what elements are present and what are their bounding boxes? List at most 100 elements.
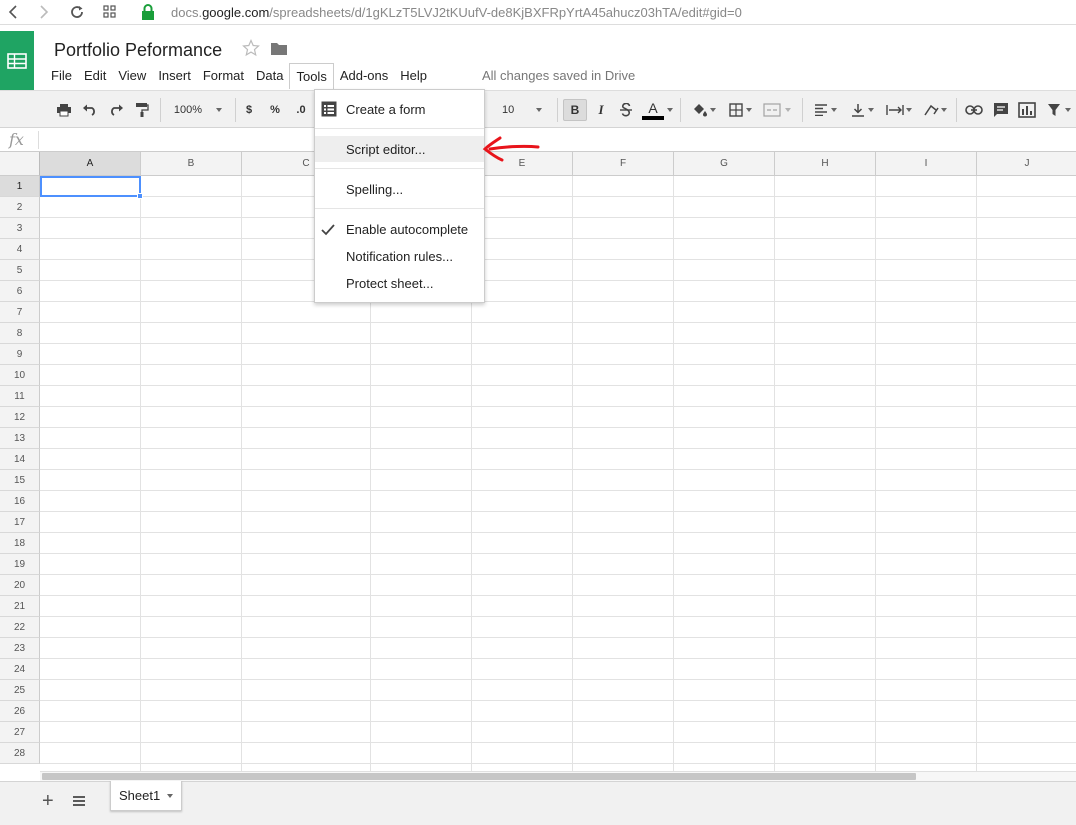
- percent-button[interactable]: %: [266, 99, 284, 121]
- insert-link-icon[interactable]: [962, 99, 986, 121]
- row-header-3[interactable]: 3: [0, 218, 40, 239]
- menu-edit[interactable]: Edit: [78, 63, 112, 89]
- row-header-13[interactable]: 13: [0, 428, 40, 449]
- row-header-22[interactable]: 22: [0, 617, 40, 638]
- row-header-19[interactable]: 19: [0, 554, 40, 575]
- text-wrap-icon[interactable]: [882, 99, 916, 121]
- paint-format-icon[interactable]: [132, 99, 152, 121]
- url-field[interactable]: docs. google.com/spreadsheets/d/1gKLzT5LV…: [141, 0, 742, 24]
- fill-handle[interactable]: [137, 193, 143, 199]
- row-header-11[interactable]: 11: [0, 386, 40, 407]
- row-header-2[interactable]: 2: [0, 197, 40, 218]
- fill-color-icon[interactable]: [688, 99, 718, 121]
- column-header-i[interactable]: I: [876, 152, 977, 176]
- align-left-icon[interactable]: [808, 99, 842, 121]
- merge-cells-icon[interactable]: [759, 99, 795, 121]
- row-header-25[interactable]: 25: [0, 680, 40, 701]
- undo-icon[interactable]: [80, 99, 100, 121]
- menu-item-protect-sheet[interactable]: Protect sheet...: [315, 270, 484, 296]
- row-header-23[interactable]: 23: [0, 638, 40, 659]
- menu-item-spelling[interactable]: Spelling...: [315, 176, 484, 202]
- row-header-15[interactable]: 15: [0, 470, 40, 491]
- row-header-10[interactable]: 10: [0, 365, 40, 386]
- row-header-4[interactable]: 4: [0, 239, 40, 260]
- select-all-corner[interactable]: [0, 152, 40, 176]
- row-header-9[interactable]: 9: [0, 344, 40, 365]
- url-prefix: docs.: [171, 4, 203, 20]
- column-header-g[interactable]: G: [674, 152, 775, 176]
- column-header-h[interactable]: H: [775, 152, 876, 176]
- chevron-down-icon[interactable]: [167, 794, 173, 798]
- row-header-17[interactable]: 17: [0, 512, 40, 533]
- currency-button[interactable]: $: [241, 99, 257, 121]
- folder-icon[interactable]: [270, 42, 288, 61]
- selected-cell-a1[interactable]: [40, 176, 141, 197]
- forward-icon[interactable]: [33, 2, 55, 22]
- insert-comment-icon[interactable]: [990, 99, 1012, 121]
- row-header-5[interactable]: 5: [0, 260, 40, 281]
- row-header-20[interactable]: 20: [0, 575, 40, 596]
- row-header-12[interactable]: 12: [0, 407, 40, 428]
- row-header-7[interactable]: 7: [0, 302, 40, 323]
- bold-button[interactable]: B: [563, 99, 587, 121]
- decrease-decimal-button[interactable]: .0: [292, 99, 310, 121]
- sheets-logo-icon[interactable]: [0, 31, 34, 91]
- chevron-down-icon[interactable]: [666, 99, 674, 121]
- borders-icon[interactable]: [725, 99, 755, 121]
- font-size-value: 10: [502, 104, 515, 116]
- apps-icon[interactable]: [99, 2, 121, 22]
- menu-file[interactable]: File: [45, 63, 78, 89]
- column-header-a[interactable]: A: [40, 152, 141, 176]
- formula-input[interactable]: [42, 131, 1072, 150]
- sheets-window: docs. google.com/spreadsheets/d/1gKLzT5LV…: [0, 0, 1076, 825]
- scrollbar-thumb[interactable]: [42, 773, 916, 780]
- menu-divider: [315, 128, 484, 129]
- row-header-27[interactable]: 27: [0, 722, 40, 743]
- row-header-26[interactable]: 26: [0, 701, 40, 722]
- column-header-j[interactable]: J: [977, 152, 1076, 176]
- row-header-24[interactable]: 24: [0, 659, 40, 680]
- vertical-align-icon[interactable]: [845, 99, 879, 121]
- menu-item-notification-rules[interactable]: Notification rules...: [315, 243, 484, 269]
- row-header-21[interactable]: 21: [0, 596, 40, 617]
- menu-insert[interactable]: Insert: [152, 63, 197, 89]
- menu-format[interactable]: Format: [197, 63, 250, 89]
- row-header-8[interactable]: 8: [0, 323, 40, 344]
- font-size-select[interactable]: 10: [496, 99, 552, 121]
- row-header-28[interactable]: 28: [0, 743, 40, 764]
- menu-data[interactable]: Data: [250, 63, 289, 89]
- row-header-6[interactable]: 6: [0, 281, 40, 302]
- row-header-1[interactable]: 1: [0, 176, 40, 197]
- menu-tools[interactable]: Tools: [289, 63, 334, 89]
- column-header-f[interactable]: F: [573, 152, 674, 176]
- all-sheets-icon[interactable]: [72, 794, 86, 812]
- star-icon[interactable]: [242, 39, 260, 62]
- row-header-14[interactable]: 14: [0, 449, 40, 470]
- column-header-b[interactable]: B: [141, 152, 242, 176]
- cell-grid[interactable]: [40, 176, 1076, 771]
- sheet-tab-sheet1[interactable]: Sheet1: [110, 781, 182, 811]
- strikethrough-icon[interactable]: [616, 99, 636, 121]
- menu-help[interactable]: Help: [394, 63, 433, 89]
- menu-addons[interactable]: Add-ons: [334, 63, 394, 89]
- italic-button[interactable]: I: [591, 99, 611, 121]
- reload-icon[interactable]: [66, 2, 88, 22]
- text-rotation-icon[interactable]: [918, 99, 952, 121]
- horizontal-scrollbar[interactable]: [40, 771, 1076, 781]
- document-title[interactable]: Portfolio Peformance: [54, 40, 222, 61]
- zoom-select[interactable]: 100%: [168, 99, 228, 121]
- row-header-18[interactable]: 18: [0, 533, 40, 554]
- add-sheet-icon[interactable]: +: [42, 790, 54, 813]
- row-header-16[interactable]: 16: [0, 491, 40, 512]
- text-color-button[interactable]: A: [641, 99, 665, 121]
- menu-item-create-form[interactable]: Create a form: [315, 96, 484, 122]
- menu-item-enable-autocomplete[interactable]: Enable autocomplete: [315, 216, 484, 242]
- filter-icon[interactable]: [1042, 99, 1076, 121]
- menu-item-script-editor[interactable]: Script editor...: [315, 136, 484, 162]
- insert-chart-icon[interactable]: [1015, 99, 1039, 121]
- text-color-swatch: [642, 115, 664, 120]
- print-icon[interactable]: [54, 99, 74, 121]
- back-icon[interactable]: [2, 2, 24, 22]
- redo-icon[interactable]: [106, 99, 126, 121]
- menu-view[interactable]: View: [112, 63, 152, 89]
